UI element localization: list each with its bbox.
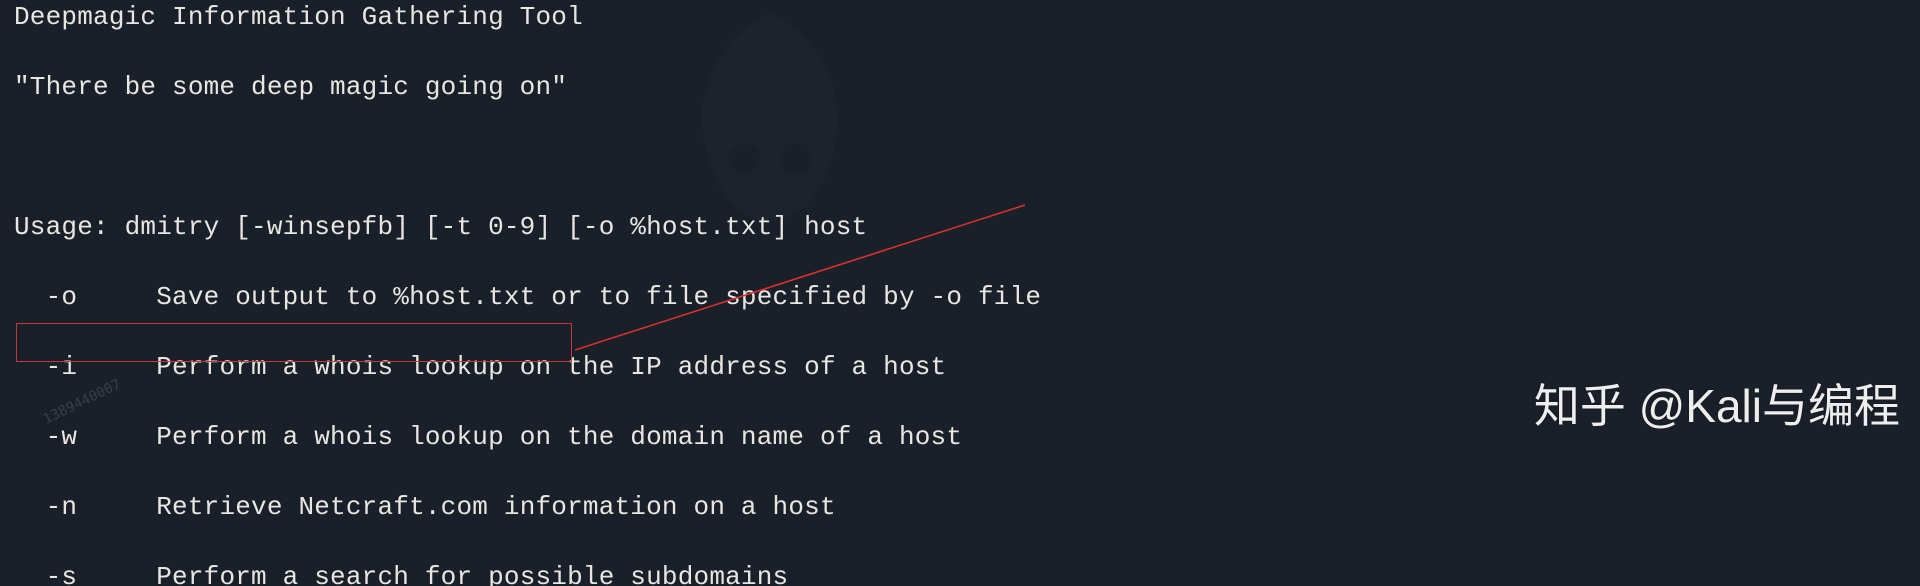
- terminal-output: Deepmagic Information Gathering Tool "Th…: [0, 0, 1920, 586]
- watermark-text: 知乎 @Kali与编程: [1534, 370, 1900, 436]
- option-row: -o Save output to %host.txt or to file s…: [14, 280, 1920, 315]
- option-row: -n Retrieve Netcraft.com information on …: [14, 490, 1920, 525]
- usage-line: Usage: dmitry [-winsepfb] [-t 0-9] [-o %…: [14, 210, 1920, 245]
- flag: -s: [14, 562, 77, 586]
- title-line: Deepmagic Information Gathering Tool: [14, 0, 1920, 35]
- desc: Retrieve Netcraft.com information on a h…: [156, 492, 836, 522]
- flag: -i: [14, 352, 77, 382]
- desc: Perform a search for possible subdomains: [156, 562, 788, 586]
- flag: -w: [14, 422, 77, 452]
- flag: -n: [14, 492, 77, 522]
- desc: Save output to %host.txt or to file spec…: [156, 282, 1041, 312]
- tagline-line: "There be some deep magic going on": [14, 70, 1920, 105]
- option-row: -s Perform a search for possible subdoma…: [14, 560, 1920, 586]
- flag: -o: [14, 282, 77, 312]
- desc: Perform a whois lookup on the domain nam…: [156, 422, 962, 452]
- terminal-window: { "title": "Deepmagic Information Gather…: [0, 0, 1920, 586]
- desc: Perform a whois lookup on the IP address…: [156, 352, 946, 382]
- blank-line: [14, 140, 1920, 175]
